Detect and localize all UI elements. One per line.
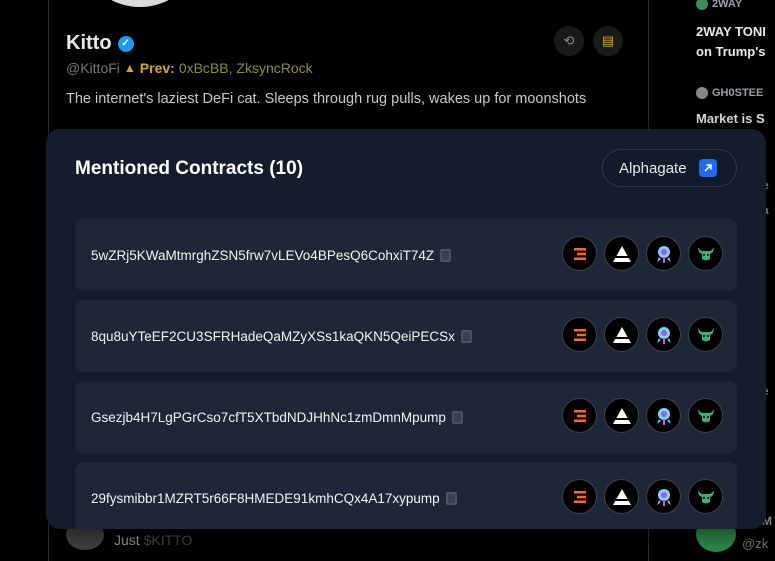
triangle-icon[interactable] (604, 236, 639, 271)
history-icon[interactable]: ⟲ (554, 26, 584, 56)
alphagate-label: Alphagate (619, 159, 687, 177)
bull-icon[interactable] (688, 479, 723, 514)
tool-icons (562, 317, 723, 352)
profile-avatar[interactable] (85, 0, 195, 10)
contract-row: 8qu8uYTeEF2CU3SFRHadeQaMZyXSs1kaQKN5QeiP… (75, 300, 737, 372)
feed-post-prefix: Just (114, 532, 140, 548)
contract-address[interactable]: 29fysmibbr1MZRT5r66F8HMEDE91kmhCQx4A17xy… (91, 491, 440, 506)
orange-bars-icon[interactable] (562, 236, 597, 271)
copy-icon[interactable] (445, 491, 457, 505)
verified-badge-icon: ✓ (117, 35, 134, 52)
tool-icons (562, 236, 723, 271)
sidebar-item-1-title[interactable]: 2WAY TONI (696, 24, 766, 39)
profile-bio: The internet's laziest DeFi cat. Sleeps … (66, 91, 587, 107)
feed-cashtag[interactable]: $KITTO (144, 532, 193, 548)
orange-bars-icon[interactable] (562, 398, 597, 433)
alphagate-button[interactable]: Alphagate (602, 149, 737, 187)
rocket-icon[interactable] (646, 317, 681, 352)
sidebar-item-1-avatar-icon (696, 0, 708, 11)
external-link-icon (698, 159, 717, 177)
contract-row: Gsezjb4H7LgPGrCso7cfT5XTbdNDJHhNc1zmDmnM… (75, 381, 737, 453)
orange-bars-icon[interactable] (562, 317, 597, 352)
tool-icons (562, 398, 723, 433)
sidebar-item-2-title[interactable]: Market is S (696, 111, 765, 126)
triangle-icon[interactable] (604, 317, 639, 352)
profile-name-text: Kitto (66, 32, 112, 54)
contract-address[interactable]: 8qu8uYTeEF2CU3SFRHadeQaMZyXSs1kaQKN5QeiP… (91, 329, 455, 344)
contract-row: 29fysmibbr1MZRT5r66F8HMEDE91kmhCQx4A17xy… (75, 462, 737, 529)
tool-icons (562, 479, 723, 514)
orange-bars-icon[interactable] (562, 479, 597, 514)
rocket-icon[interactable] (646, 479, 681, 514)
bull-icon[interactable] (688, 398, 723, 433)
profile-name: Kitto ✓ (66, 32, 134, 55)
sidebar-item-2-avatar-icon (696, 87, 708, 100)
sidebar-bottom-handle: @zk (742, 536, 769, 551)
triangle-icon[interactable] (604, 479, 639, 514)
bull-icon[interactable] (688, 317, 723, 352)
prev-names-label: Prev: (139, 60, 175, 76)
notes-icon[interactable]: ▤ (593, 26, 623, 56)
contract-row: 5wZRj5KWaMtmrghZSN5frw7vLEVo4BPesQ6Cohxi… (75, 219, 737, 291)
copy-icon[interactable] (460, 329, 472, 343)
sidebar-item-1-author: 2WAY (696, 0, 743, 11)
triangle-icon[interactable] (604, 398, 639, 433)
profile-handle: @KittoFi (66, 60, 120, 76)
contract-address[interactable]: Gsezjb4H7LgPGrCso7cfT5XTbdNDJHhNc1zmDmnM… (91, 410, 446, 425)
rocket-icon[interactable] (646, 236, 681, 271)
copy-icon[interactable] (440, 248, 452, 262)
mentioned-contracts-modal: Mentioned Contracts (10) Alphagate 5wZRj… (46, 129, 766, 529)
profile-handle-row: @KittoFi ▲ Prev: 0xBcBB, ZksyncRock (66, 60, 313, 76)
sidebar-item-2-author: GH0STEE (696, 87, 764, 100)
contract-address[interactable]: 5wZRj5KWaMtmrghZSN5frw7vLEVo4BPesQ6Cohxi… (91, 248, 434, 263)
sidebar-item-2-author-text: GH0STEE (712, 87, 764, 99)
copy-icon[interactable] (451, 410, 463, 424)
prev-names: 0xBcBB, ZksyncRock (178, 60, 313, 76)
feed-post-text: Just $KITTO (114, 532, 192, 548)
bull-icon[interactable] (688, 236, 723, 271)
warning-icon: ▲ (123, 61, 136, 75)
sidebar-item-1-sub[interactable]: on Trump's (696, 44, 766, 59)
rocket-icon[interactable] (646, 398, 681, 433)
modal-title: Mentioned Contracts (10) (75, 158, 304, 179)
sidebar-item-1-author-text: 2WAY (712, 0, 743, 10)
